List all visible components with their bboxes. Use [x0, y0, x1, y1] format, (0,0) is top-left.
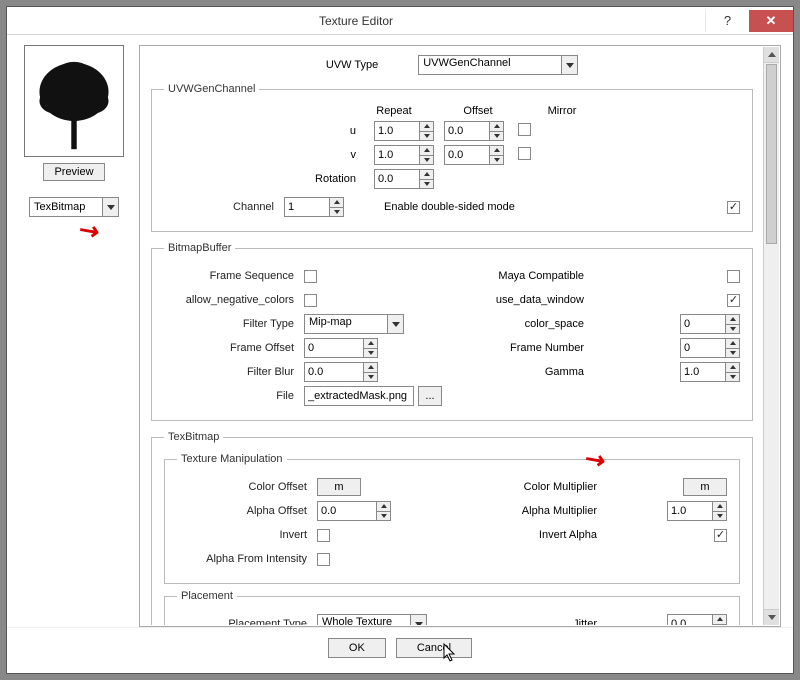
uvw-type-value: UVWGenChannel [419, 56, 561, 74]
double-sided-label: Enable double-sided mode [384, 201, 515, 213]
invert-checkbox[interactable] [317, 529, 330, 542]
filter-type-select[interactable]: Mip-map [304, 314, 404, 334]
texture-type-value: TexBitmap [30, 201, 102, 213]
file-label: File [164, 390, 304, 402]
frame-offset-stepper[interactable] [304, 338, 378, 358]
uvw-group-label: UVWGenChannel [164, 83, 259, 95]
invert-label: Invert [177, 529, 317, 541]
v-label: v [304, 149, 364, 161]
scroll-up-button[interactable] [764, 47, 779, 63]
scrollbar[interactable] [763, 47, 779, 625]
bitmap-buffer-label: BitmapBuffer [164, 242, 235, 254]
frame-number-label: Frame Number [464, 342, 594, 354]
gamma-stepper[interactable] [680, 362, 740, 382]
v-mirror-checkbox[interactable] [518, 147, 531, 160]
cancel-button[interactable]: Cancel [396, 638, 472, 658]
color-multiplier-button[interactable]: m [683, 478, 727, 496]
color-space-label: color_space [464, 318, 594, 330]
placement-type-label: Placement Type [177, 618, 317, 625]
channel-stepper[interactable] [284, 197, 344, 217]
use-data-window-label: use_data_window [464, 294, 594, 306]
texture-manipulation-label: Texture Manipulation [177, 453, 287, 465]
alpha-multiplier-label: Alpha Multiplier [477, 505, 607, 517]
v-repeat-stepper[interactable] [374, 145, 434, 165]
close-button[interactable]: ✕ [749, 10, 793, 32]
chevron-down-icon [561, 56, 577, 74]
texbitmap-group: TexBitmap Texture Manipulation Color Off… [151, 431, 753, 625]
u-offset-stepper[interactable] [444, 121, 504, 141]
color-offset-button[interactable]: m [317, 478, 361, 496]
file-browse-button[interactable]: ... [418, 386, 442, 406]
scroll-thumb[interactable] [766, 64, 777, 244]
alpha-from-intensity-checkbox[interactable] [317, 553, 330, 566]
use-data-window-checkbox[interactable] [727, 294, 740, 307]
frame-sequence-checkbox[interactable] [304, 270, 317, 283]
window-title: Texture Editor [7, 14, 705, 28]
uvw-type-label: UVW Type [326, 59, 378, 71]
allow-negative-checkbox[interactable] [304, 294, 317, 307]
maya-compatible-label: Maya Compatible [464, 270, 594, 282]
placement-group-label: Placement [177, 590, 237, 602]
col-mirror-label: Mirror [532, 105, 592, 117]
u-repeat-stepper[interactable] [374, 121, 434, 141]
jitter-label: Jitter [477, 618, 607, 625]
uvw-type-select[interactable]: UVWGenChannel [418, 55, 578, 75]
preview-image [24, 45, 124, 157]
alpha-offset-label: Alpha Offset [177, 505, 317, 517]
gamma-label: Gamma [464, 366, 594, 378]
jitter-stepper[interactable] [667, 614, 727, 625]
chevron-down-icon [387, 315, 403, 333]
filter-blur-stepper[interactable] [304, 362, 378, 382]
alpha-offset-stepper[interactable] [317, 501, 391, 521]
alpha-from-intensity-label: Alpha From Intensity [177, 553, 317, 565]
filter-blur-label: Filter Blur [164, 366, 304, 378]
double-sided-checkbox[interactable] [727, 201, 740, 214]
texbitmap-label: TexBitmap [164, 431, 223, 443]
col-offset-label: Offset [448, 105, 508, 117]
texture-manipulation-group: Texture Manipulation Color Offsetm Color… [164, 453, 740, 584]
preview-button[interactable]: Preview [43, 163, 104, 181]
filter-type-label: Filter Type [164, 318, 304, 330]
bitmap-buffer-group: BitmapBuffer Frame Sequence Maya Compati… [151, 242, 753, 421]
placement-group: Placement Placement Type Whole Texture J… [164, 590, 740, 625]
invert-alpha-checkbox[interactable] [714, 529, 727, 542]
chevron-down-icon [410, 615, 426, 625]
allow-negative-label: allow_negative_colors [164, 294, 304, 306]
maya-compatible-checkbox[interactable] [727, 270, 740, 283]
filter-type-value: Mip-map [305, 315, 387, 333]
u-mirror-checkbox[interactable] [518, 123, 531, 136]
rotation-stepper[interactable] [374, 169, 434, 189]
ok-button[interactable]: OK [328, 638, 386, 658]
scroll-down-button[interactable] [764, 609, 779, 625]
frame-offset-label: Frame Offset [164, 342, 304, 354]
uvw-group: UVWGenChannel Repeat Offset Mirror u [151, 83, 753, 232]
annotation-arrow-icon [72, 214, 103, 248]
help-button[interactable]: ? [705, 10, 749, 32]
placement-type-select[interactable]: Whole Texture [317, 614, 427, 625]
frame-number-stepper[interactable] [680, 338, 740, 358]
invert-alpha-label: Invert Alpha [477, 529, 607, 541]
v-offset-stepper[interactable] [444, 145, 504, 165]
frame-sequence-label: Frame Sequence [164, 270, 304, 282]
u-label: u [304, 125, 364, 137]
color-multiplier-label: Color Multiplier [477, 481, 607, 493]
channel-label: Channel [164, 201, 284, 213]
rotation-label: Rotation [304, 173, 364, 185]
chevron-down-icon [102, 198, 118, 216]
color-space-stepper[interactable] [680, 314, 740, 334]
alpha-multiplier-stepper[interactable] [667, 501, 727, 521]
file-field[interactable] [304, 386, 414, 406]
col-repeat-label: Repeat [364, 105, 424, 117]
placement-type-value: Whole Texture [318, 615, 410, 625]
color-offset-label: Color Offset [177, 481, 317, 493]
texture-type-select[interactable]: TexBitmap [29, 197, 119, 217]
